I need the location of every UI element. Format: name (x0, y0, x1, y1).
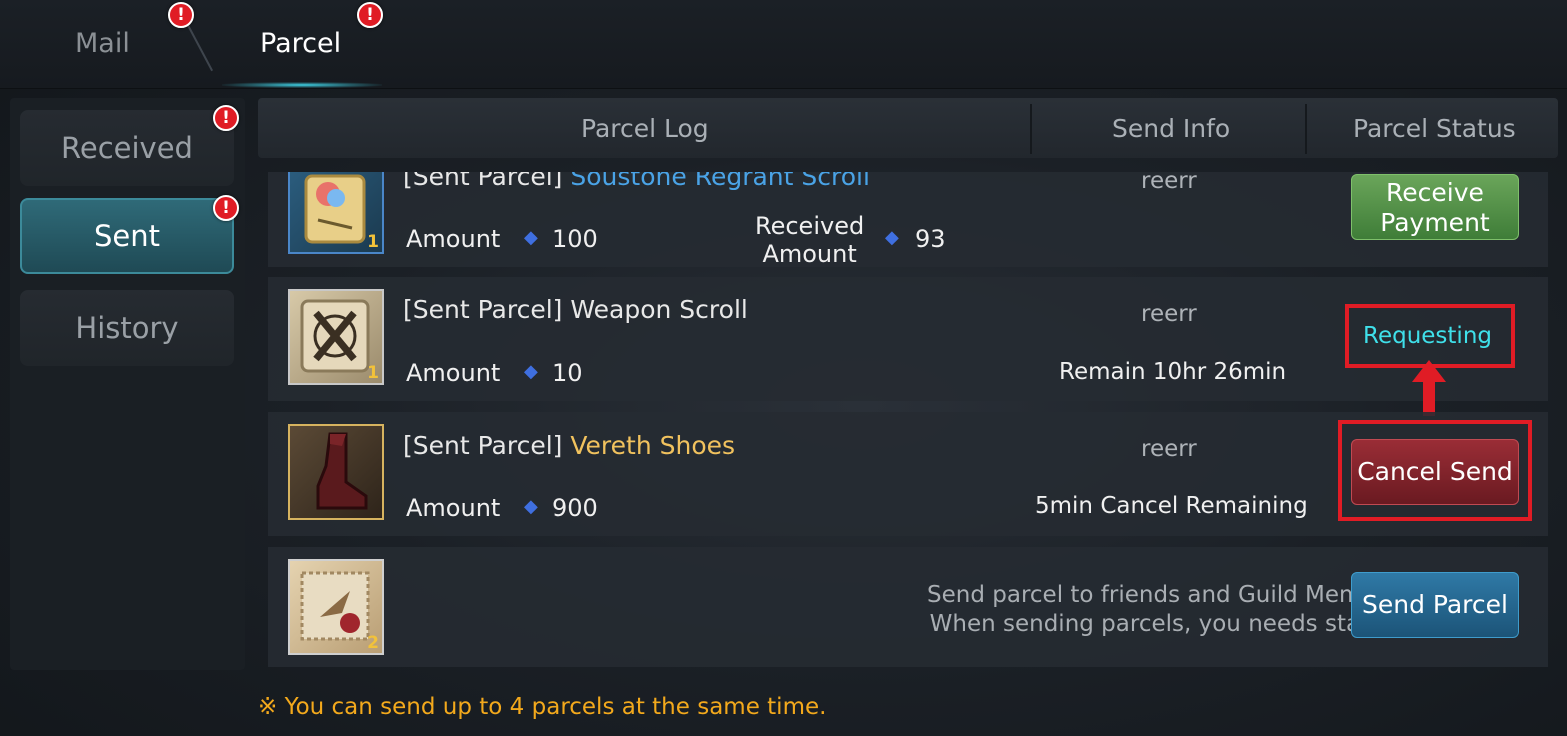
parcel-window: Mail Parcel ! ! Received Sent History ! … (0, 0, 1567, 736)
item-name: Vereth Shoes (570, 431, 736, 460)
received-label-line2: Amount (762, 240, 857, 267)
parcel-title: [Sent Parcel] Vereth Shoes (403, 431, 735, 460)
sender-name: reerr (1141, 436, 1197, 462)
amount-label: Amount (406, 494, 501, 522)
item-name: Soustone Regrant Scroll (570, 172, 870, 191)
sidebar-item-received[interactable]: Received (20, 110, 234, 186)
mail-alert-icon: ! (168, 2, 194, 28)
sender-name: reerr (1141, 301, 1197, 327)
parcel-alert-icon: ! (357, 2, 383, 28)
cancel-remaining-time: 5min Cancel Remaining (1035, 493, 1308, 519)
send-parcel-button[interactable]: Send Parcel (1351, 572, 1519, 638)
vereth-shoes-item-icon[interactable] (288, 424, 384, 520)
sender-name: reerr (1141, 172, 1197, 194)
parcel-prefix: [Sent Parcel] (403, 295, 563, 324)
highlight-box-status (1345, 304, 1515, 368)
sidebar: Received Sent History (10, 98, 245, 670)
received-alert-icon: ! (213, 105, 239, 131)
button-label-line2: Payment (1380, 208, 1490, 237)
sidebar-item-history[interactable]: History (20, 290, 234, 366)
boot-icon (316, 432, 368, 510)
tab-parcel[interactable]: Parcel (260, 28, 341, 59)
header-send-info: Send Info (1112, 114, 1231, 143)
arrow-up-icon (1412, 360, 1446, 416)
item-quantity: 1 (367, 363, 379, 383)
sidebar-item-sent[interactable]: Sent (20, 198, 234, 274)
parcel-title: [Sent Parcel] Weapon Scroll (403, 295, 748, 324)
amount-value: 900 (552, 494, 598, 522)
parcel-title: [Sent Parcel] Soustone Regrant Scroll (403, 172, 870, 191)
amount-value: 10 (552, 359, 583, 387)
sidebar-item-label: Sent (93, 219, 160, 253)
sent-alert-icon: ! (213, 195, 239, 221)
header-divider (1030, 104, 1032, 154)
sidebar-item-label: History (75, 311, 179, 345)
item-quantity: 1 (367, 232, 379, 252)
tab-mail[interactable]: Mail (75, 28, 130, 59)
amount-label: Amount (406, 225, 501, 253)
gem-icon: ◆ (524, 361, 538, 382)
received-amount-label: Received Amount (755, 212, 864, 267)
highlight-box-cancel (1338, 420, 1532, 521)
remaining-time: Remain 10hr 26min (1059, 359, 1287, 385)
item-name: Weapon Scroll (570, 295, 748, 324)
send-parcel-row: 2 Send parcel to friends and Guild Membe… (268, 547, 1548, 667)
table-header: Parcel Log Send Info Parcel Status (258, 98, 1558, 158)
parcel-limit-note: ※ You can send up to 4 parcels at the sa… (258, 694, 827, 720)
stamp-quantity: 2 (367, 633, 379, 653)
top-tab-bar: Mail Parcel ! ! (0, 0, 1567, 89)
amount-value: 100 (552, 225, 598, 253)
received-amount-value: 93 (915, 225, 946, 253)
header-parcel-status: Parcel Status (1353, 114, 1516, 143)
received-label-line1: Received (755, 212, 865, 240)
tab-separator (184, 20, 214, 72)
header-divider (1305, 104, 1307, 154)
parcel-row: 1 [Sent Parcel] Soustone Regrant Scroll … (268, 172, 1548, 267)
weapon-scroll-item-icon[interactable]: 1 (288, 289, 384, 385)
scroll-item-icon[interactable]: 1 (288, 172, 384, 254)
receive-payment-button[interactable]: Receive Payment (1351, 174, 1519, 240)
sidebar-item-label: Received (61, 131, 193, 165)
parcel-prefix: [Sent Parcel] (403, 172, 563, 191)
stamp-item-icon[interactable]: 2 (288, 559, 384, 655)
button-label-line1: Receive (1386, 178, 1484, 207)
gem-icon: ◆ (885, 227, 899, 248)
amount-label: Amount (406, 359, 501, 387)
gem-icon: ◆ (524, 227, 538, 248)
header-parcel-log: Parcel Log (581, 114, 709, 143)
gem-icon: ◆ (524, 496, 538, 517)
active-tab-indicator (222, 82, 382, 88)
parcel-prefix: [Sent Parcel] (403, 431, 563, 460)
